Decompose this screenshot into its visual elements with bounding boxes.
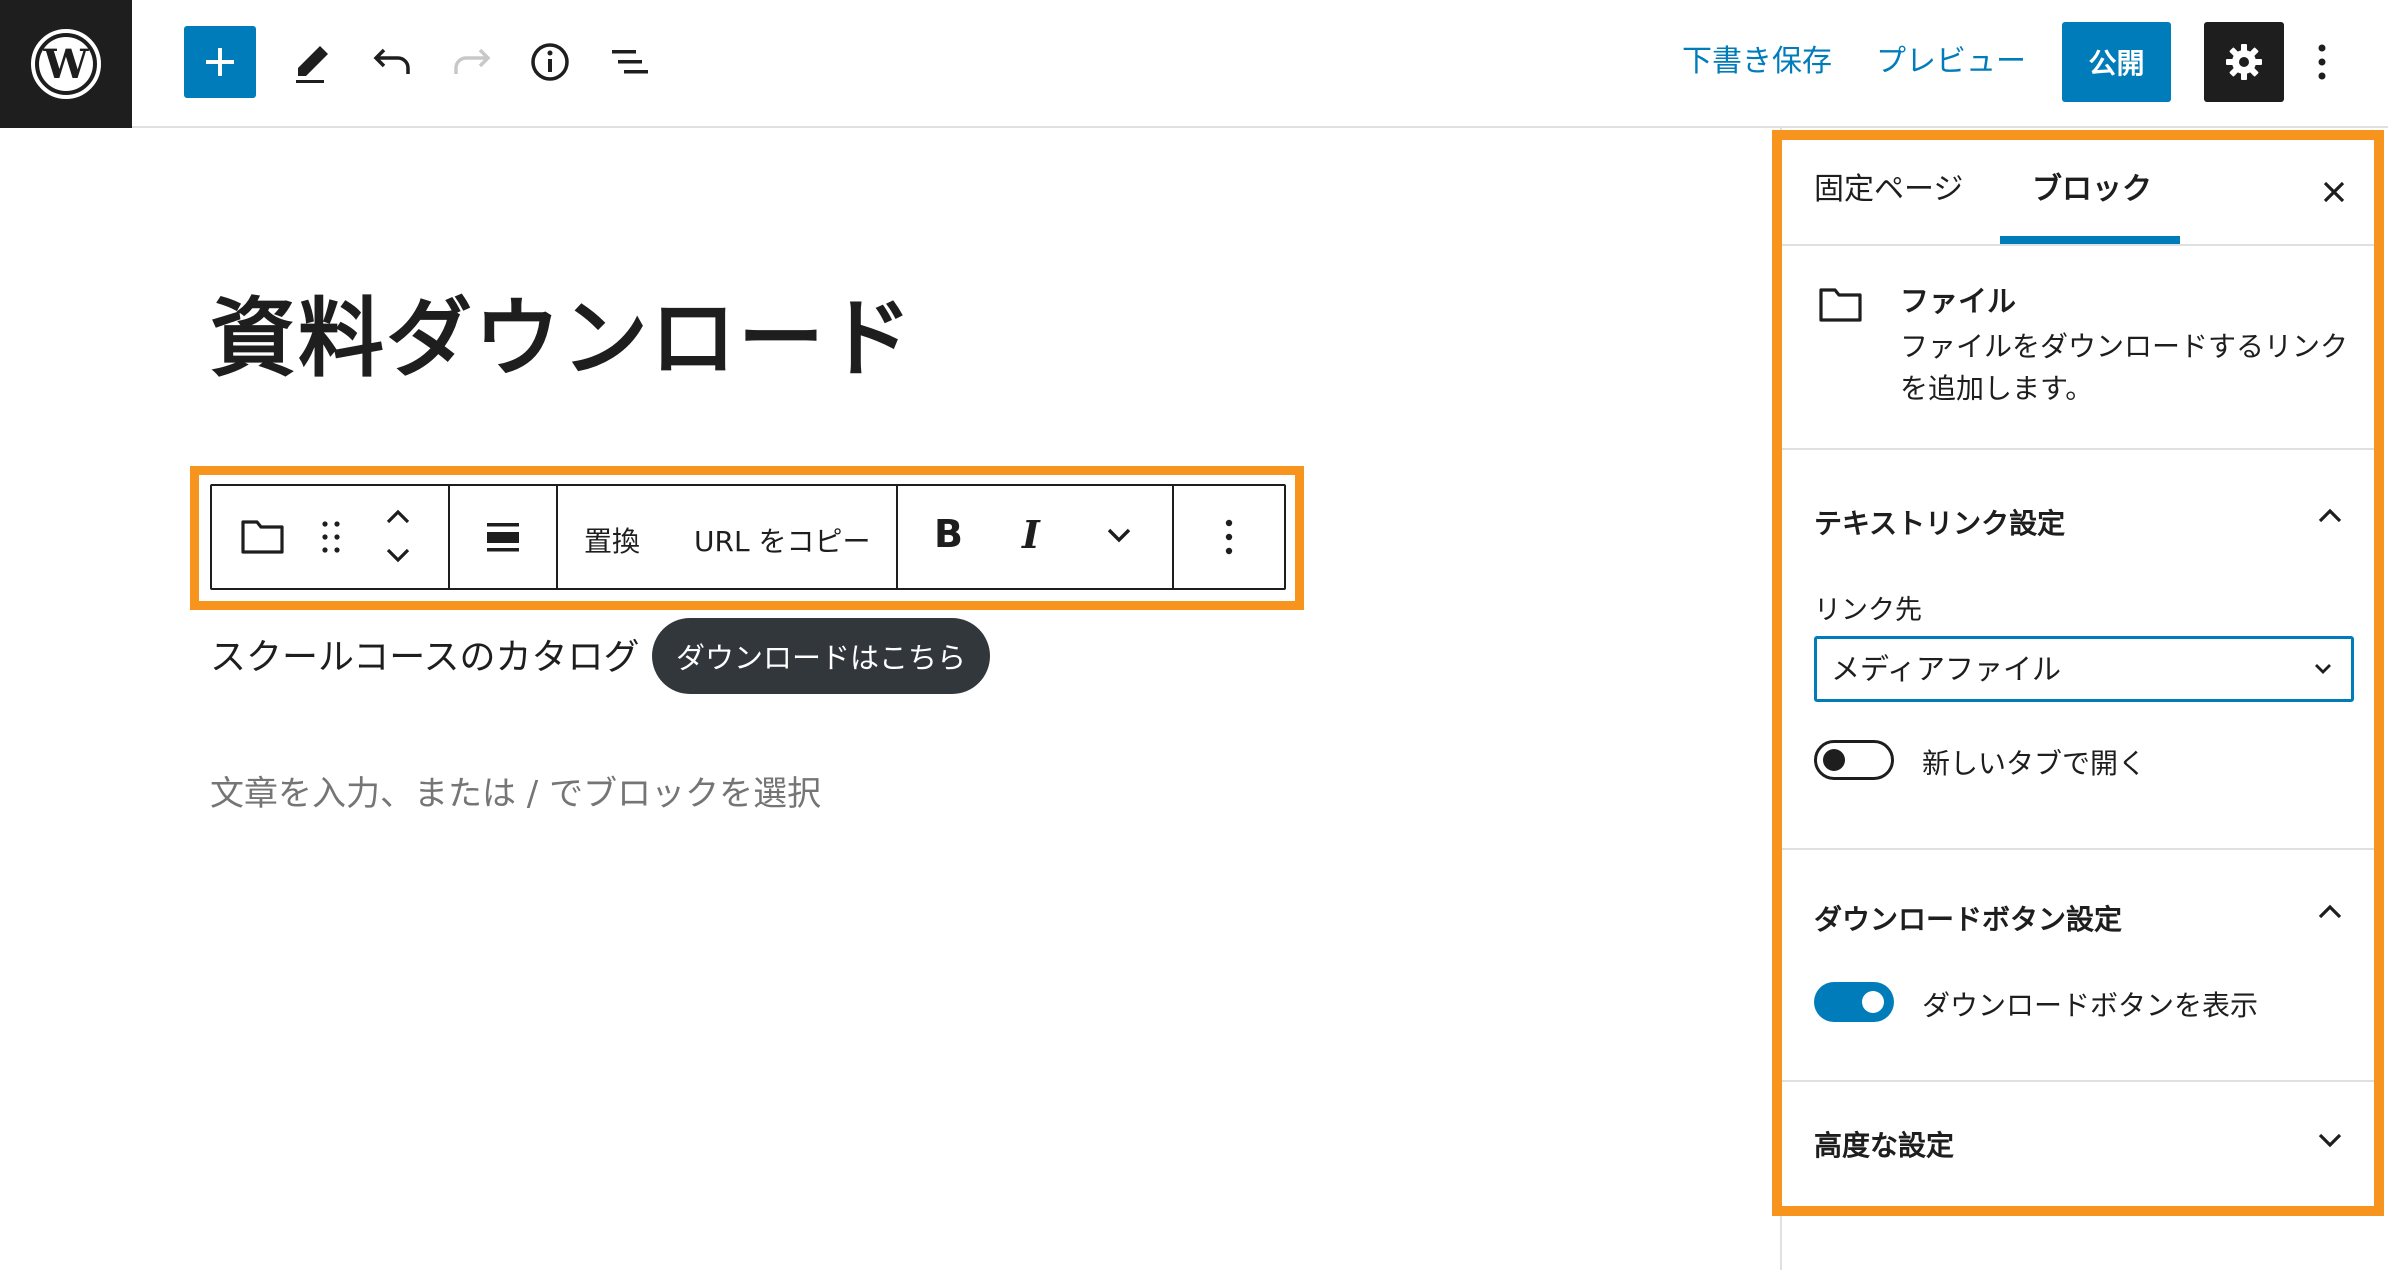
new-tab-label: 新しいタブで開く [1922,747,2147,780]
show-download-button-label: ダウンロードボタンを表示 [1922,989,2259,1022]
chevron-down-icon [2318,1133,2342,1148]
download-panel-collapse-button[interactable] [2310,892,2350,932]
page-title[interactable]: 資料ダウンロード [210,268,914,393]
undo-icon [373,48,410,74]
tab-block[interactable]: ブロック [2032,140,2152,244]
download-button-settings-toggle[interactable]: ダウンロードボタン設定 [1814,898,2122,938]
advanced-settings-toggle[interactable]: 高度な設定 [1814,1124,1954,1164]
pencil-icon [296,46,328,83]
block-card: ファイル ファイルをダウンロードするリンクを追加します。 [1782,246,2374,450]
more-formats-button[interactable] [1104,524,1134,552]
save-draft-button[interactable]: 下書き保存 [1682,38,1832,86]
redo-button[interactable] [444,34,500,90]
align-button[interactable] [450,486,558,588]
drag-handle-icon [322,521,340,553]
block-toolbar: 置換 URL をコピー B I [210,484,1286,590]
info-icon [531,43,569,81]
publish-button[interactable]: 公開 [2062,22,2171,102]
folder-icon [1819,288,1862,322]
wordpress-logo-button[interactable]: W [0,0,132,128]
block-card-description: ファイルをダウンロードするリンクを追加します。 [1900,330,2349,405]
copy-url-button[interactable]: URL をコピー [694,520,870,560]
show-download-button-toggle[interactable] [1814,982,1894,1022]
block-toolbar-group-parent [212,486,450,588]
list-view-button[interactable] [602,34,658,90]
undo-button[interactable] [364,34,420,90]
block-card-title: ファイル [1900,284,2017,318]
text-link-settings-toggle[interactable]: テキストリンク設定 [1814,502,2065,542]
settings-button[interactable] [2204,22,2284,102]
link-to-label: リンク先 [1814,595,1922,626]
download-button-settings-panel: ダウンロードボタン設定 ダウンロードボタンを表示 [1782,850,2374,1082]
block-type-button[interactable] [240,516,286,560]
settings-sidebar: 固定ページ ブロック ファイル ファイルをダウンロードするリンクを追加します。 … [1772,130,2384,1216]
italic-button[interactable]: I [1022,512,1040,557]
advanced-panel-expand-button[interactable] [2310,1120,2350,1160]
chevron-down-icon [2315,664,2331,674]
more-vertical-icon [1225,519,1233,555]
add-block-button[interactable] [184,26,256,98]
list-view-icon [612,50,648,74]
tab-page[interactable]: 固定ページ [1814,140,1963,244]
block-toolbar-group-format: B I [898,486,1174,588]
chevron-down-icon [1107,528,1131,543]
active-tab-indicator [2000,236,2180,244]
link-to-selected-value: メディアファイル [1831,652,2061,686]
download-button[interactable]: ダウンロードはこちら [652,618,990,694]
folder-icon [241,520,284,554]
move-down-button[interactable] [382,544,414,572]
chevron-up-icon [2318,904,2342,919]
block-toolbar-group-file: 置換 URL をコピー [558,486,898,588]
bold-button[interactable]: B [934,512,963,556]
link-to-select[interactable]: メディアファイル [1814,636,2354,702]
chevron-up-icon [2318,508,2342,523]
editor-top-bar: W 下書き保存 プレビュー 公開 [0,0,2388,128]
file-link-text[interactable]: スクールコースのカタログ [210,628,639,680]
plus-icon [206,48,234,76]
details-button[interactable] [522,34,578,90]
chevron-down-icon [386,548,410,563]
redo-icon [454,48,491,74]
text-link-settings-panel: テキストリンク設定 リンク先 メディアファイル 新しいタブで開く [1782,450,2374,850]
gear-icon [2226,44,2262,80]
options-menu-button[interactable] [2300,34,2344,90]
preview-button[interactable]: プレビュー [1876,38,2026,86]
new-tab-toggle[interactable] [1814,740,1894,780]
chevron-up-icon [386,509,410,524]
block-placeholder[interactable]: 文章を入力、または / でブロックを選択 [210,766,821,815]
tools-button[interactable] [284,34,340,90]
svg-text:W: W [43,41,90,88]
move-up-button[interactable] [382,504,414,532]
close-icon [2323,181,2345,203]
sidebar-tabs: 固定ページ ブロック [1782,140,2374,246]
wordpress-logo-icon: W [31,29,101,99]
drag-handle[interactable] [320,518,342,560]
align-center-icon [487,523,519,552]
more-vertical-icon [2318,44,2326,80]
advanced-settings-panel: 高度な設定 [1782,1082,2374,1206]
text-link-panel-collapse-button[interactable] [2310,496,2350,536]
block-options-button[interactable] [1174,486,1284,588]
replace-button[interactable]: 置換 [584,520,640,560]
close-sidebar-button[interactable] [2312,170,2356,214]
